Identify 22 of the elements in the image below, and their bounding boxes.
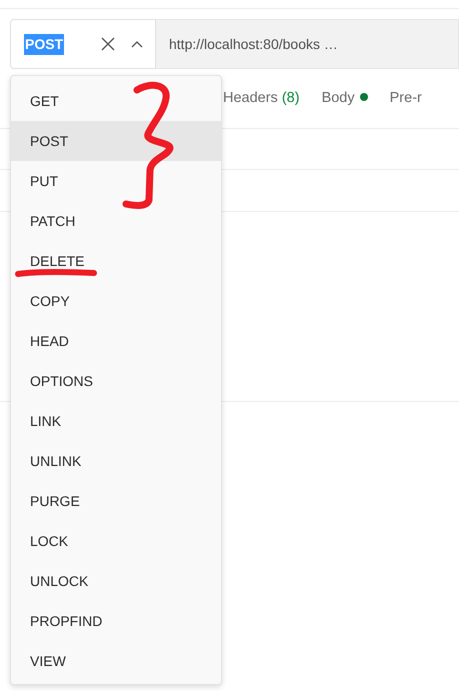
tab[interactable]: Body xyxy=(322,88,368,110)
menu-item[interactable]: LINK xyxy=(11,401,221,441)
close-icon[interactable] xyxy=(101,37,115,51)
url-field[interactable]: http://localhost:80/books … xyxy=(155,19,459,69)
menu-item[interactable]: PUT xyxy=(11,161,221,201)
menu-item[interactable]: PROPFIND xyxy=(11,601,221,641)
menu-item[interactable]: UNLINK xyxy=(11,441,221,481)
menu-item[interactable]: DELETE xyxy=(11,241,221,281)
menu-item[interactable]: GET xyxy=(11,81,221,121)
method-value: POST xyxy=(24,34,64,54)
menu-item[interactable]: UNLOCK xyxy=(11,561,221,601)
menu-item[interactable]: LOCK xyxy=(11,521,221,561)
menu-item[interactable]: OPTIONS xyxy=(11,361,221,401)
tab[interactable]: Headers (8) xyxy=(223,88,300,110)
chevron-up-icon[interactable] xyxy=(131,40,143,48)
menu-item[interactable]: PATCH xyxy=(11,201,221,241)
menu-item[interactable]: HEAD xyxy=(11,321,221,361)
menu-item[interactable]: PURGE xyxy=(11,481,221,521)
tab[interactable]: Pre-r xyxy=(390,88,422,110)
menu-item[interactable]: POST xyxy=(11,121,221,161)
menu-item[interactable]: VIEW xyxy=(11,641,221,681)
menu-item[interactable]: COPY xyxy=(11,281,221,321)
